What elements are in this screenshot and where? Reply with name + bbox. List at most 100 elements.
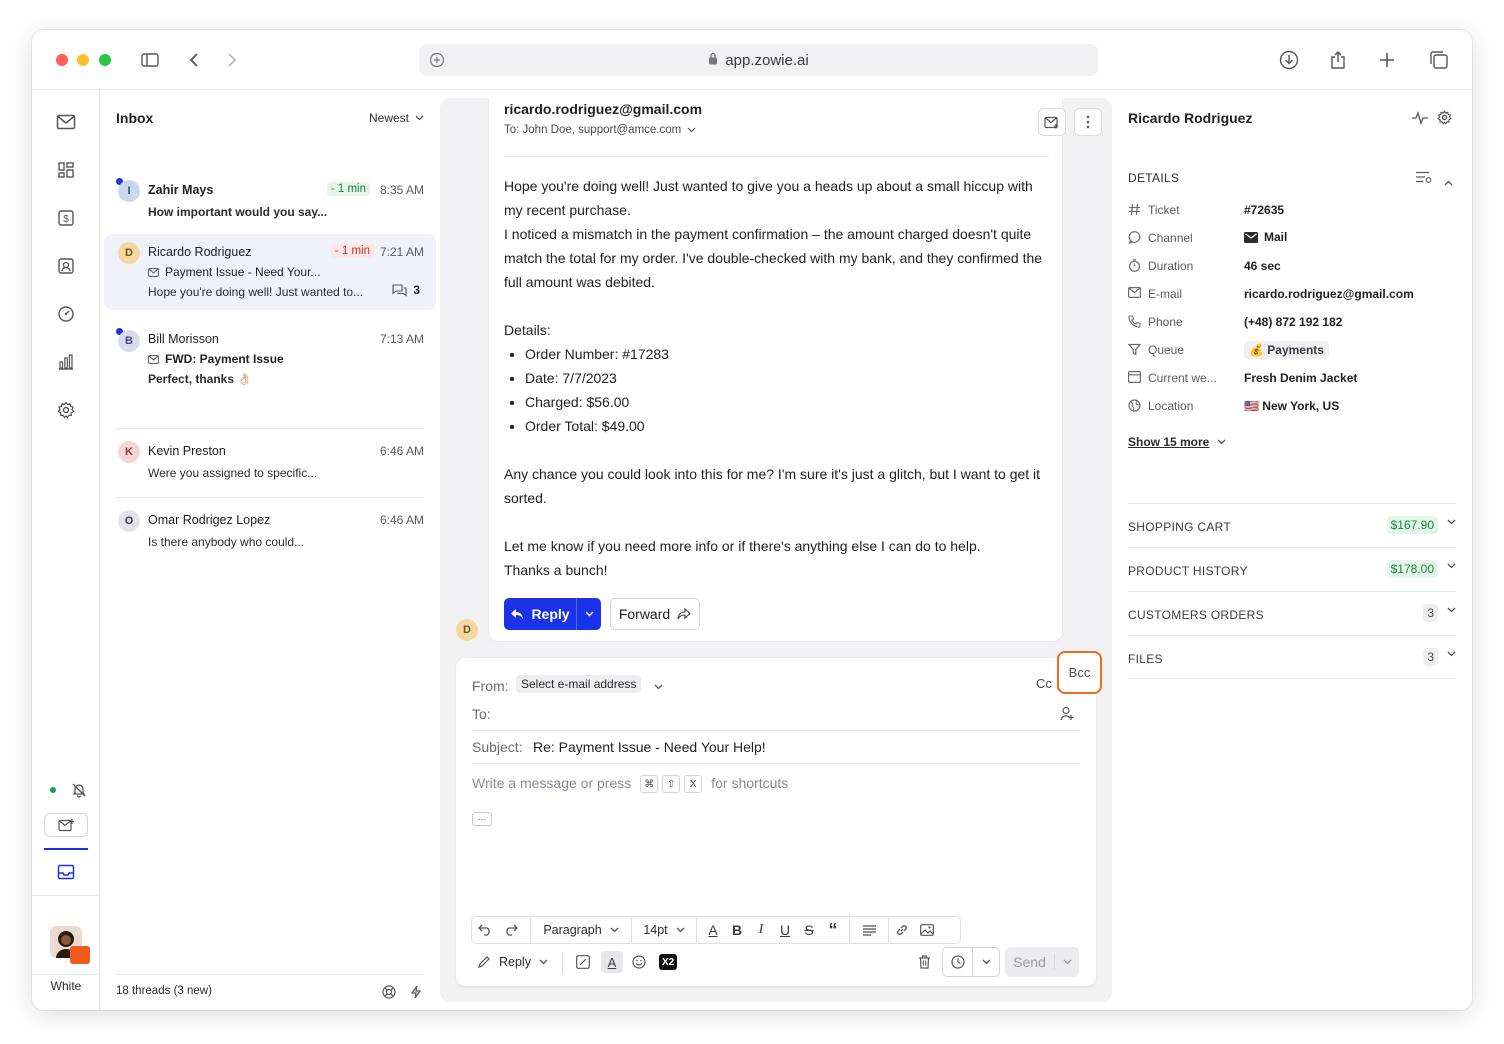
bcc-button[interactable]: Bcc [1057, 651, 1102, 694]
body-paragraph: Hope you're doing well! Just wanted to g… [504, 178, 1033, 218]
notifications-off-icon[interactable] [67, 778, 91, 802]
chevron-down-icon [1217, 439, 1226, 445]
cc-button[interactable]: Cc [1036, 676, 1052, 691]
thread-snippet: Were you assigned to specific... [148, 466, 318, 480]
address-bar[interactable]: app.zowie.ai [419, 44, 1098, 76]
show-more-link[interactable]: Show 15 more [1128, 435, 1226, 449]
help-lifebuoy-icon[interactable] [382, 985, 396, 1002]
chevron-down-icon [610, 927, 619, 933]
x2-integration-button[interactable]: X2 [658, 954, 678, 970]
undo-icon[interactable] [472, 917, 498, 943]
new-email-button[interactable] [1038, 108, 1066, 136]
thread-item-selected[interactable]: D Ricardo Rodriguez - 1 min 7:21 AM Paym… [104, 234, 436, 310]
add-contact-icon[interactable] [1060, 706, 1074, 724]
reply-options-button[interactable] [576, 598, 601, 630]
redo-icon[interactable] [498, 917, 524, 943]
inbox-active-indicator [44, 848, 88, 850]
body-paragraph: Thanks a bunch! [504, 562, 608, 578]
new-tab-circle-icon[interactable] [429, 52, 445, 72]
panel-settings-icon[interactable] [1437, 110, 1452, 128]
analytics-icon[interactable] [54, 350, 78, 374]
signature-icon[interactable] [575, 954, 591, 970]
download-icon[interactable] [1277, 48, 1301, 72]
close-window-button[interactable] [56, 54, 68, 66]
chevron-up-icon[interactable] [1444, 174, 1453, 189]
chevron-down-icon [973, 959, 999, 965]
thread-item[interactable]: K Kevin Preston 6:46 AM Were you assigne… [104, 430, 436, 496]
author-avatar: D [456, 619, 478, 641]
mail-plus-icon [1044, 116, 1059, 128]
subject-input[interactable]: Re: Payment Issue - Need Your Help! [533, 739, 766, 755]
send-button[interactable]: Send [1005, 947, 1079, 977]
font-size-select[interactable]: 14pt [632, 917, 696, 943]
thread-sender: Kevin Preston [148, 444, 226, 458]
settings-gear-icon[interactable] [54, 398, 78, 422]
text-color-icon[interactable]: A [701, 917, 725, 943]
underline-icon[interactable]: U [773, 917, 797, 943]
files-section[interactable]: FILES 3 [1128, 635, 1456, 679]
format-toggle-icon[interactable]: A [600, 951, 623, 973]
share-icon[interactable] [1326, 48, 1350, 72]
envelope-icon [148, 267, 159, 277]
to-input[interactable] [502, 702, 1052, 724]
reply-mode-select[interactable]: Reply [477, 955, 548, 969]
shopping-cart-section[interactable]: SHOPPING CART $167.90 [1128, 503, 1456, 547]
forward-nav-icon[interactable] [220, 48, 244, 72]
quote-icon[interactable]: “ [821, 917, 845, 943]
reply-split-button: Reply [504, 598, 601, 630]
stopwatch-icon [1128, 259, 1142, 273]
paragraph-style-select[interactable]: Paragraph [531, 917, 631, 943]
align-icon[interactable] [850, 917, 888, 943]
strikethrough-icon[interactable]: S [797, 917, 821, 943]
envelope-icon [148, 354, 159, 364]
lightning-icon[interactable] [410, 985, 422, 1002]
message-editor[interactable]: Write a message or press ⌘ ⇧ X for short… [472, 775, 1080, 895]
image-icon[interactable] [915, 917, 939, 943]
back-icon[interactable] [182, 48, 206, 72]
chevron-down-icon [1447, 651, 1456, 657]
more-options-button[interactable] [1074, 108, 1102, 136]
customers-orders-section[interactable]: CUSTOMERS ORDERS 3 [1128, 591, 1456, 635]
contacts-icon[interactable] [54, 254, 78, 278]
hash-icon [1128, 203, 1142, 217]
inbox-tray-icon[interactable] [54, 860, 78, 884]
recipients-row[interactable]: To: John Doe, support@amce.com [504, 124, 696, 136]
reply-button[interactable]: Reply [504, 598, 576, 630]
thread-item[interactable]: B Bill Morisson 7:13 AM FWD: Payment Iss… [104, 318, 436, 398]
more-content-button[interactable]: ··· [472, 812, 492, 826]
forward-button[interactable]: Forward [610, 598, 700, 630]
compose-mail-button[interactable] [44, 813, 88, 837]
product-history-section[interactable]: PRODUCT HISTORY $178.00 [1128, 547, 1456, 591]
activity-icon[interactable] [1412, 111, 1428, 128]
thread-sender: Ricardo Rodriguez [148, 245, 252, 259]
emoji-icon[interactable] [631, 954, 647, 970]
thread-item[interactable]: I Zahir Mays - 1 min 8:35 AM How importa… [104, 166, 436, 232]
chevron-down-icon [1055, 959, 1079, 965]
mail-icon[interactable] [54, 110, 78, 134]
chevron-down-icon[interactable] [654, 678, 663, 693]
inbox-title: Inbox [116, 110, 154, 126]
schedule-send-button[interactable] [942, 947, 1000, 977]
from-select[interactable]: Select e-mail address [516, 675, 642, 693]
tabs-overview-icon[interactable] [1427, 48, 1451, 72]
orders-count-badge: 3 [1423, 604, 1438, 622]
dashboard-icon[interactable] [54, 158, 78, 182]
italic-icon[interactable]: I [749, 917, 773, 943]
chevron-down-icon [1447, 519, 1456, 525]
thread-item[interactable]: O Omar Rodrigez Lopez 6:46 AM Is there a… [104, 499, 436, 565]
forward-label: Forward [618, 606, 671, 622]
bold-icon[interactable]: B [725, 917, 749, 943]
trash-icon[interactable] [916, 954, 932, 970]
mail-filled-icon [1244, 231, 1258, 243]
link-icon[interactable] [889, 917, 915, 943]
customize-fields-icon[interactable] [1416, 171, 1432, 187]
billing-icon[interactable]: $ [54, 206, 78, 230]
new-tab-icon[interactable] [1375, 48, 1399, 72]
thread-snippet: Is there anybody who could... [148, 535, 305, 549]
performance-gauge-icon[interactable] [54, 302, 78, 326]
sidebar-toggle-icon[interactable] [138, 48, 162, 72]
maximize-window-button[interactable] [99, 54, 111, 66]
customer-name: Ricardo Rodriguez [1128, 110, 1253, 126]
sort-dropdown[interactable]: Newest [369, 111, 424, 125]
minimize-window-button[interactable] [77, 54, 89, 66]
